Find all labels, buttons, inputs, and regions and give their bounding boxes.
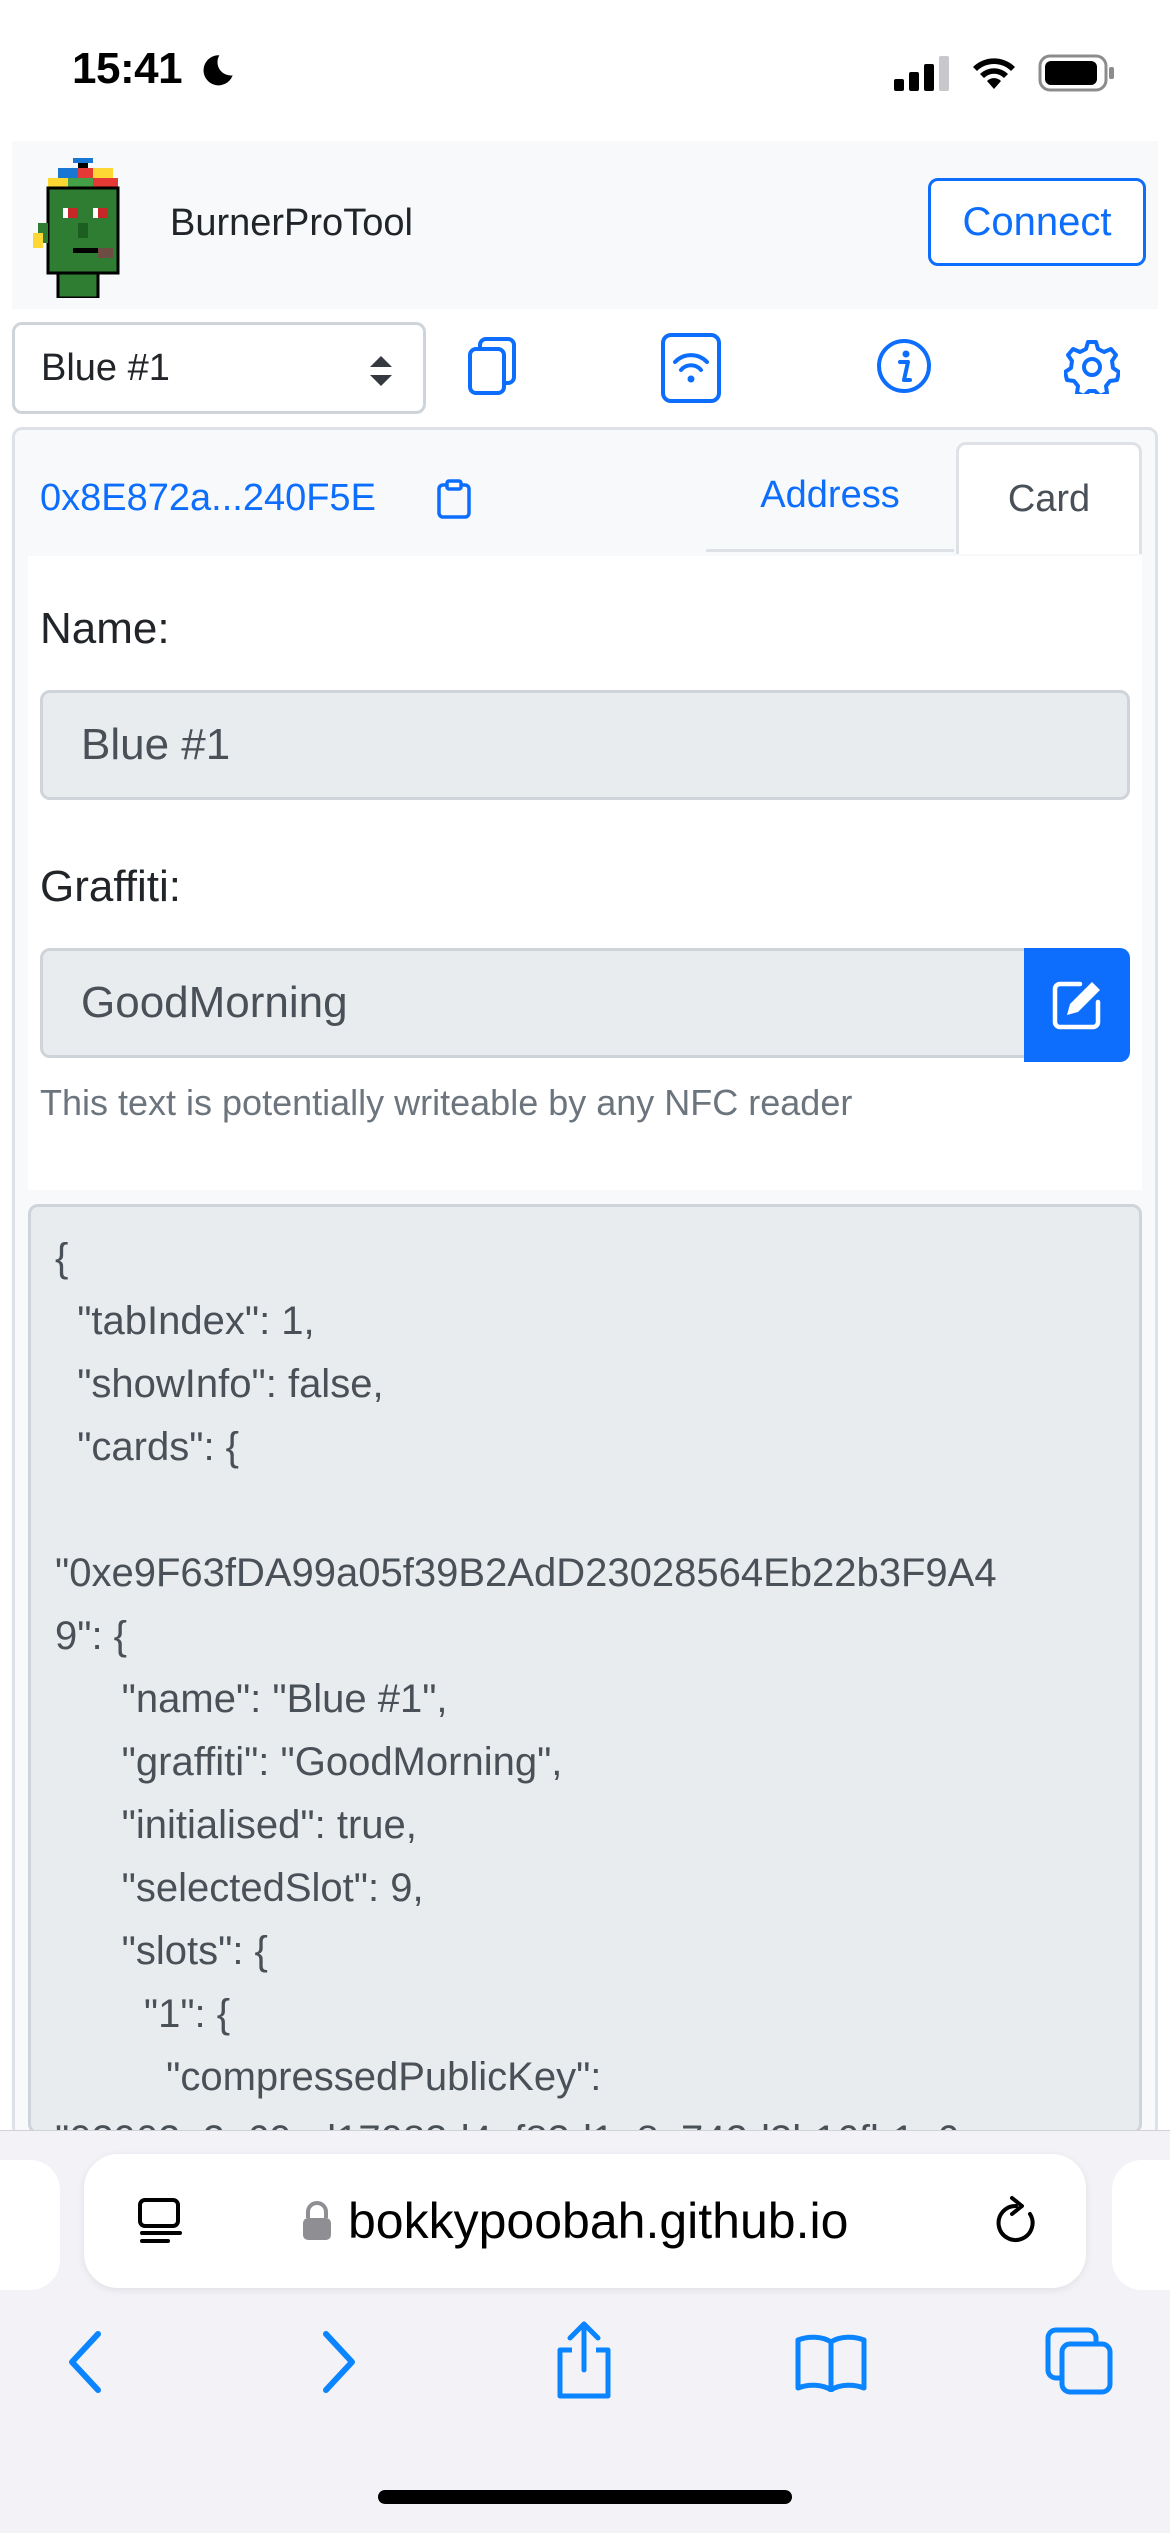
graffiti-input[interactable]: GoodMorning [40,948,1030,1058]
moon-icon [196,52,236,97]
connect-button[interactable]: Connect [928,178,1146,266]
select-arrows-icon [370,356,392,386]
info-icon[interactable] [876,338,932,399]
forward-icon[interactable] [318,2330,358,2399]
reload-icon[interactable] [990,2194,1042,2255]
edit-icon [1052,981,1101,1030]
name-input[interactable]: Blue #1 [40,690,1130,800]
tab-card[interactable]: Card [956,442,1142,554]
card-select-value: Blue #1 [41,346,170,389]
reader-page-icon[interactable] [136,2196,186,2251]
bookmarks-icon[interactable] [794,2332,868,2397]
cellular-signal-icon [894,56,949,91]
share-icon[interactable] [552,2320,616,2405]
back-icon[interactable] [66,2330,106,2399]
copy-cards-icon[interactable] [466,336,518,401]
debug-json-textarea[interactable]: { "tabIndex": 1, "showInfo": false, "car… [28,1204,1142,2134]
graffiti-label: Graffiti: [40,862,182,911]
name-label: Name: [40,604,170,653]
tabs-icon[interactable] [1044,2326,1114,2401]
battery-icon [1038,54,1114,92]
debug-json-text: { "tabIndex": 1, "showInfo": false, "car… [55,1236,1004,2131]
status-time: 15:41 [72,44,183,93]
card-select[interactable]: Blue #1 [12,322,426,414]
lock-icon [300,2200,334,2247]
status-indicators [894,54,1116,92]
logo-icon [28,158,138,303]
clipboard-icon[interactable] [436,479,472,524]
edit-graffiti-button[interactable] [1024,948,1130,1062]
settings-gear-icon[interactable] [1063,338,1121,399]
url-text[interactable]: bokkypoobah.github.io [348,2192,848,2250]
home-indicator[interactable] [378,2490,792,2504]
graffiti-help-text: This text is potentially writeable by an… [40,1082,853,1123]
nfc-scan-icon[interactable] [660,332,722,409]
wifi-icon [973,58,1015,89]
next-tab-preview[interactable] [1112,2160,1170,2290]
app-title: BurnerProTool [170,202,413,244]
tab-address[interactable]: Address [706,442,954,552]
card-address-link[interactable]: 0x8E872a...240F5E [40,477,376,520]
previous-tab-preview[interactable] [0,2160,60,2290]
